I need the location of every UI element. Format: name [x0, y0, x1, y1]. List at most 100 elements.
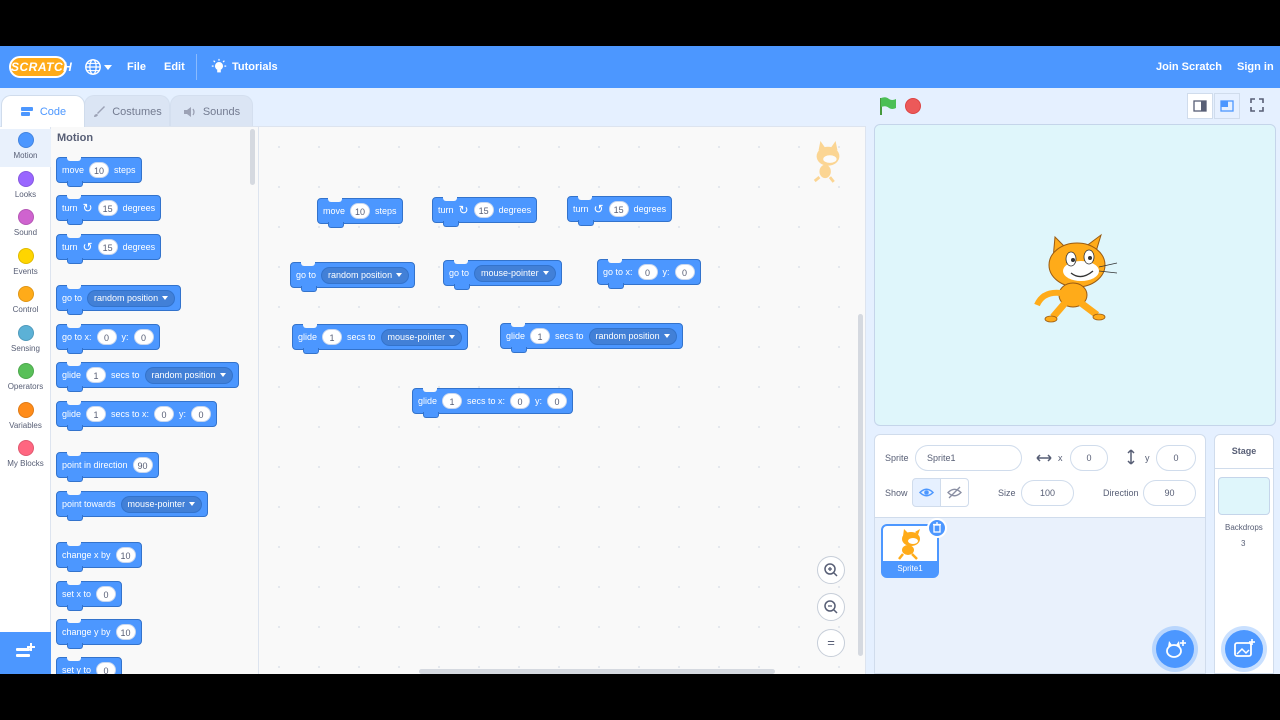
block-number-input[interactable]: 0 — [637, 264, 658, 280]
ws-block-glide-mouse[interactable]: glide 1 secs to mouse-pointer — [292, 324, 469, 354]
block-number-input[interactable]: 90 — [132, 457, 153, 473]
show-hidden-button[interactable] — [940, 478, 969, 507]
file-menu[interactable]: File — [127, 46, 146, 88]
palette-block-change-y[interactable]: change y by 10 — [56, 619, 142, 649]
block-number-input[interactable]: 0 — [133, 329, 154, 345]
block-number-input[interactable]: 0 — [547, 393, 568, 409]
block-dropdown[interactable]: mouse-pointer — [380, 328, 463, 346]
category-sound[interactable]: Sound — [0, 206, 51, 244]
block-number-input[interactable]: 15 — [97, 239, 118, 255]
palette-scrollbar[interactable] — [250, 129, 255, 185]
block-number-input[interactable]: 1 — [86, 406, 107, 422]
palette-block-set-y[interactable]: set y to 0 — [56, 657, 123, 674]
block-dropdown[interactable]: random position — [588, 327, 677, 345]
scratch-logo[interactable]: SCRATCH — [9, 56, 72, 78]
block-dropdown[interactable]: random position — [144, 366, 233, 384]
block-dropdown[interactable]: random position — [321, 266, 410, 284]
palette-block-glide-xy[interactable]: glide 1 secs to x: 0 y: 0 — [56, 401, 218, 431]
block-text: set y to — [62, 665, 92, 674]
block-number-input[interactable]: 10 — [89, 162, 110, 178]
add-extension-button[interactable] — [0, 632, 51, 674]
ws-block-go-to-xy[interactable]: go to x: 0 y: 0 — [597, 259, 701, 289]
tutorials-menu[interactable]: Tutorials — [232, 46, 278, 88]
block-number-input[interactable]: 1 — [322, 329, 343, 345]
palette-block-glide-to[interactable]: glide 1 secs to random position — [56, 362, 239, 392]
stop-icon[interactable] — [905, 98, 921, 114]
category-control[interactable]: Control — [0, 283, 51, 321]
y-input[interactable]: 0 — [1156, 445, 1196, 471]
block-number-input[interactable]: 15 — [97, 200, 118, 216]
zoom-reset-button[interactable]: = — [817, 629, 845, 657]
tab-costumes[interactable]: Costumes — [84, 95, 170, 127]
block-number-input[interactable]: 0 — [674, 264, 695, 280]
ws-block-turn-right[interactable]: turn ↻ 15 degrees — [432, 197, 538, 227]
large-stage-button[interactable] — [1214, 93, 1240, 119]
block-number-input[interactable]: 1 — [530, 328, 551, 344]
small-stage-button[interactable] — [1187, 93, 1213, 119]
palette-block-turn-left[interactable]: turn ↺ 15 degrees — [56, 234, 162, 264]
block-number-input[interactable]: 1 — [86, 367, 107, 383]
sign-in-link[interactable]: Sign in — [1237, 46, 1274, 88]
delete-sprite-button[interactable] — [927, 518, 947, 538]
block-text: turn — [438, 205, 454, 215]
palette-block-point-towards[interactable]: point towards mouse-pointer — [56, 491, 209, 521]
palette-block-set-x[interactable]: set x to 0 — [56, 581, 123, 611]
palette-block-go-to[interactable]: go to random position — [56, 285, 182, 315]
add-backdrop-button[interactable] — [1225, 630, 1263, 668]
category-operators[interactable]: Operators — [0, 360, 51, 398]
block-number-input[interactable]: 0 — [96, 586, 117, 602]
block-number-input[interactable]: 0 — [154, 406, 175, 422]
workspace-vertical-scrollbar[interactable] — [858, 314, 863, 656]
block-number-input[interactable]: 1 — [442, 393, 463, 409]
show-visible-button[interactable] — [912, 478, 941, 507]
category-sensing[interactable]: Sensing — [0, 322, 51, 360]
block-number-input[interactable]: 0 — [510, 393, 531, 409]
workspace-horizontal-scrollbar[interactable] — [419, 669, 775, 674]
zoom-out-icon — [824, 600, 838, 614]
code-workspace[interactable]: move 10 steps turn ↻ 15 degrees turn ↺ 1… — [259, 126, 866, 674]
language-globe-icon[interactable] — [84, 58, 102, 76]
join-scratch-link[interactable]: Join Scratch — [1156, 46, 1222, 88]
edit-menu[interactable]: Edit — [164, 46, 185, 88]
block-dropdown[interactable]: mouse-pointer — [120, 495, 203, 513]
size-input[interactable]: 100 — [1021, 480, 1074, 506]
category-my-blocks[interactable]: My Blocks — [0, 437, 51, 475]
ws-block-glide-xy[interactable]: glide 1 secs to x: 0 y: 0 — [412, 388, 574, 418]
zoom-in-button[interactable] — [817, 556, 845, 584]
ws-block-glide-random[interactable]: glide 1 secs to random position — [500, 323, 683, 353]
palette-block-move[interactable]: move 10 steps — [56, 157, 142, 187]
block-dropdown[interactable]: random position — [87, 289, 176, 307]
category-motion[interactable]: Motion — [0, 129, 51, 167]
green-flag-icon[interactable] — [878, 96, 898, 116]
stage-canvas[interactable] — [874, 124, 1276, 426]
ws-block-turn-left[interactable]: turn ↺ 15 degrees — [567, 196, 673, 226]
block-number-input[interactable]: 10 — [115, 624, 136, 640]
palette-block-go-to-xy[interactable]: go to x: 0 y: 0 — [56, 324, 160, 354]
ws-block-move[interactable]: move 10 steps — [317, 198, 403, 228]
fullscreen-button[interactable] — [1245, 93, 1271, 119]
block-number-input[interactable]: 0 — [96, 662, 117, 674]
sprite-name-input[interactable]: Sprite1 — [915, 445, 1022, 471]
direction-input[interactable]: 90 — [1143, 480, 1196, 506]
block-dropdown[interactable]: mouse-pointer — [474, 264, 556, 282]
palette-block-change-x[interactable]: change x by 10 — [56, 542, 142, 572]
x-input[interactable]: 0 — [1070, 445, 1108, 471]
tab-code[interactable]: Code — [1, 95, 85, 127]
category-events[interactable]: Events — [0, 245, 51, 283]
sprite-cat-image[interactable] — [1033, 231, 1119, 323]
zoom-out-button[interactable] — [817, 593, 845, 621]
block-number-input[interactable]: 15 — [473, 202, 494, 218]
block-number-input[interactable]: 10 — [115, 547, 136, 563]
palette-block-point-direction[interactable]: point in direction 90 — [56, 452, 159, 482]
add-sprite-button[interactable] — [1156, 630, 1194, 668]
tab-sounds[interactable]: Sounds — [170, 95, 253, 127]
block-number-input[interactable]: 0 — [191, 406, 212, 422]
category-looks[interactable]: Looks — [0, 168, 51, 206]
block-number-input[interactable]: 15 — [608, 201, 629, 217]
block-number-input[interactable]: 10 — [350, 203, 371, 219]
ws-block-go-to-mouse[interactable]: go to mouse-pointer — [443, 260, 562, 290]
palette-block-turn-right[interactable]: turn ↻ 15 degrees — [56, 195, 162, 225]
category-variables[interactable]: Variables — [0, 399, 51, 437]
block-number-input[interactable]: 0 — [96, 329, 117, 345]
ws-block-go-to-random[interactable]: go to random position — [290, 262, 416, 292]
